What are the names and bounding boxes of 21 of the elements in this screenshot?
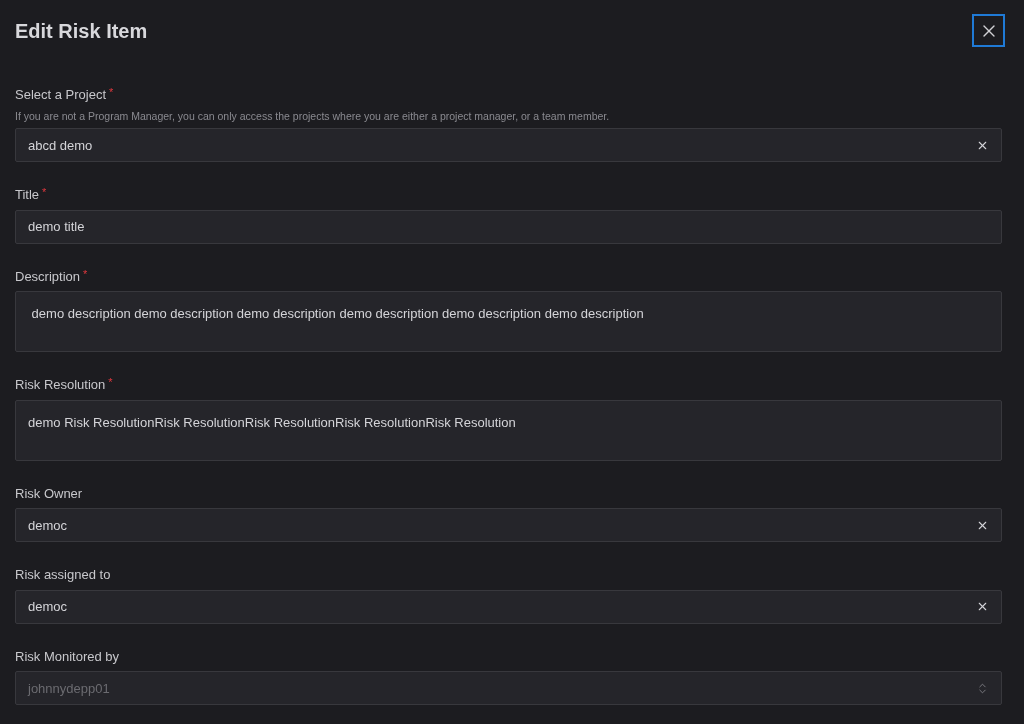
field-label: Risk assigned to bbox=[15, 566, 111, 585]
select-field[interactable]: democ bbox=[15, 508, 1002, 543]
required-mark: * bbox=[109, 85, 114, 99]
textarea-field[interactable]: demo description demo description demo description demo description demo description demo description bbox=[15, 291, 1002, 353]
field-label: Select a Project bbox=[15, 86, 107, 104]
field-label: Risk Resolution bbox=[15, 376, 106, 395]
required-mark: * bbox=[108, 375, 113, 390]
field-label: Risk Monitored by bbox=[15, 647, 120, 666]
required-mark: * bbox=[83, 266, 88, 281]
required-mark: * bbox=[42, 185, 47, 200]
select-field[interactable]: abcd demo bbox=[15, 128, 1002, 163]
input-field[interactable]: demo title bbox=[15, 209, 1002, 244]
field-label: Risk Owner bbox=[15, 484, 83, 503]
close-button[interactable] bbox=[972, 14, 1005, 47]
field-hint: If you are not a Program Manager, you can only access the projects where you are either a project manager, or a team member. bbox=[15, 108, 611, 124]
textarea-field[interactable]: demo Risk ResolutionRisk ResolutionRisk ResolutionRisk ResolutionRisk Resolution bbox=[15, 399, 1002, 461]
field-label: Description bbox=[15, 267, 81, 286]
field-label: Title bbox=[15, 186, 40, 205]
select-field[interactable]: democ bbox=[15, 589, 1002, 624]
chevrons-up-down-icon bbox=[976, 681, 989, 695]
dialog-title: Edit Risk Item bbox=[15, 18, 148, 44]
